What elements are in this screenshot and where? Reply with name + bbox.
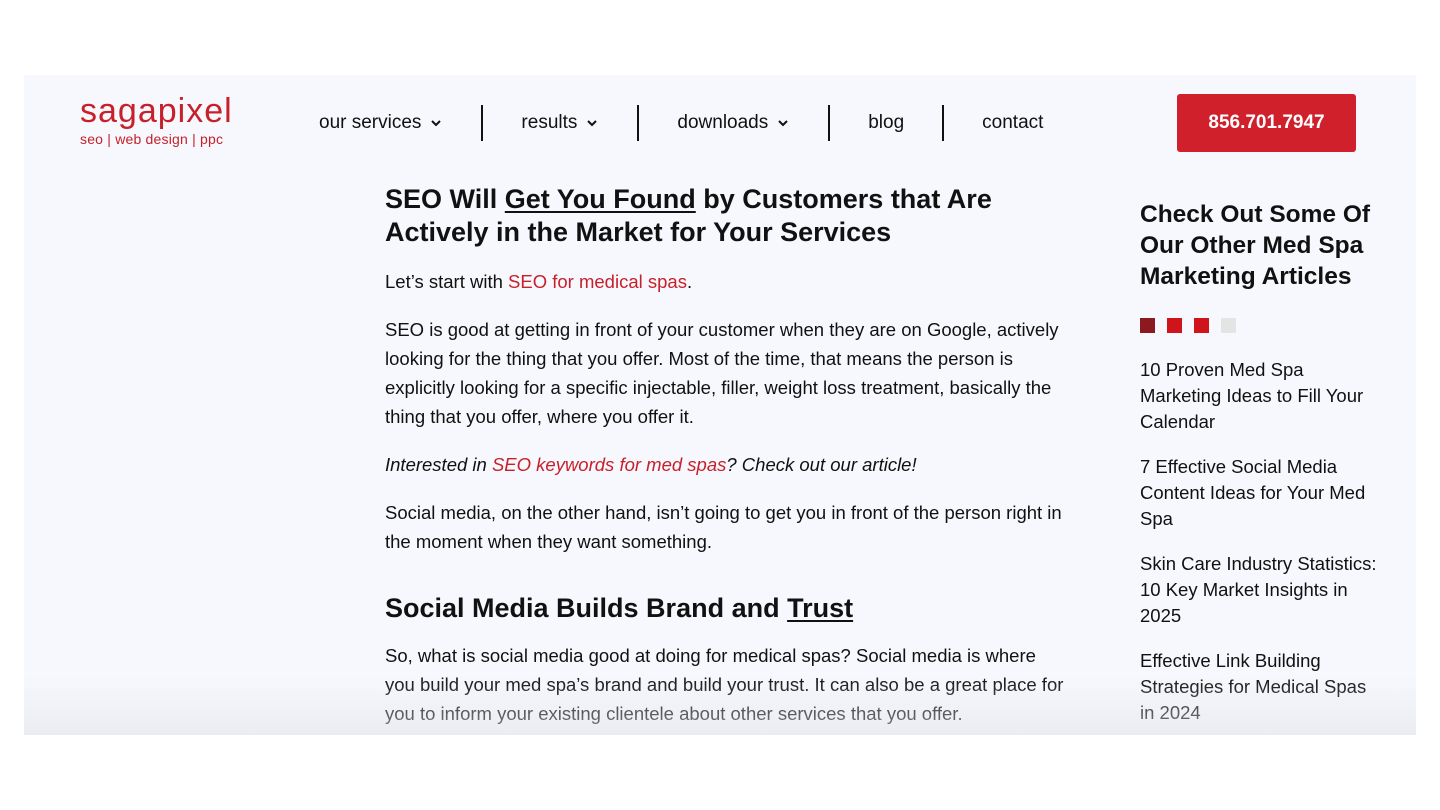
- chevron-down-icon: [431, 120, 442, 127]
- heading-underlined-text: Trust: [787, 593, 854, 623]
- logo-wordmark: sagapixel: [80, 92, 233, 130]
- nav-item-label: blog: [868, 112, 905, 133]
- paragraph-text: Interested in: [385, 454, 492, 475]
- carousel-dots: [1140, 318, 1380, 333]
- nav-divider: [828, 105, 831, 141]
- carousel-dot-1[interactable]: [1140, 318, 1155, 333]
- paragraph-social-media-contrast: Social media, on the other hand, isn’t g…: [385, 502, 1062, 552]
- logo-tagline: seo | web design | ppc: [80, 131, 224, 147]
- paragraph-text: Let’s start with: [385, 271, 509, 292]
- sidebar-article-link[interactable]: 10 Proven Med Spa Marketing Ideas to Fil…: [1140, 357, 1380, 435]
- nav-divider: [942, 105, 945, 141]
- sidebar-related-articles: Check Out Some Of Our Other Med Spa Mark…: [1140, 199, 1380, 735]
- article-body: SEO Will Get You Found by Customers that…: [385, 183, 1065, 735]
- paragraph-text: ? Check out our article!: [726, 454, 917, 475]
- carousel-dot-4[interactable]: [1221, 318, 1236, 333]
- nav-item-label: contact: [982, 112, 1044, 133]
- link-seo-for-medical-spas[interactable]: SEO for medical spas: [508, 271, 687, 292]
- carousel-dot-3[interactable]: [1194, 318, 1209, 333]
- nav-item-contact[interactable]: contact: [982, 112, 1043, 134]
- sidebar-article-link[interactable]: 7 Effective Social Media Content Ideas f…: [1140, 454, 1380, 532]
- nav-item-results[interactable]: results: [521, 112, 599, 134]
- carousel-dot-2[interactable]: [1167, 318, 1182, 333]
- nav-item-label: results: [521, 112, 578, 133]
- paragraph-text: .: [686, 271, 693, 292]
- paragraph-social-media-brand: So, what is social media good at doing f…: [385, 645, 1064, 724]
- logo[interactable]: sagapixel seo | web design | ppc: [80, 93, 233, 147]
- nav-item-blog[interactable]: blog: [868, 112, 904, 134]
- chevron-down-icon: [587, 120, 598, 127]
- nav-item-label: downloads: [677, 112, 769, 133]
- paragraph-keywords-callout: Interested in SEO keywords for med spas?…: [385, 450, 1065, 479]
- chevron-down-icon: [778, 120, 788, 127]
- phone-call-button[interactable]: 856.701.7947: [1177, 94, 1356, 152]
- heading-text: SEO Will: [385, 184, 505, 214]
- link-seo-keywords-for-med-spas[interactable]: SEO keywords for med spas: [492, 454, 726, 475]
- nav-item-our-services[interactable]: our services: [319, 112, 443, 134]
- paragraph-seo-explanation: SEO is good at getting in front of your …: [385, 319, 1059, 427]
- sidebar-article-link[interactable]: Effective Link Building Strategies for M…: [1140, 648, 1380, 726]
- sidebar-title: Check Out Some Of Our Other Med Spa Mark…: [1140, 201, 1371, 290]
- heading-text: Social Media Builds Brand and: [385, 593, 788, 623]
- main-nav: our services results downloads blog cont…: [319, 105, 1043, 141]
- paragraph-intro: Let’s start with SEO for medical spas.: [385, 267, 1065, 296]
- nav-divider: [481, 105, 484, 141]
- section-heading-seo: SEO Will Get You Found by Customers that…: [385, 183, 1065, 249]
- page-viewport: sagapixel seo | web design | ppc our ser…: [24, 75, 1416, 735]
- nav-item-downloads[interactable]: downloads: [677, 112, 790, 134]
- section-heading-social-media: Social Media Builds Brand and Trust: [385, 592, 1065, 625]
- nav-item-label: our services: [319, 112, 422, 133]
- heading-underlined-text: Get You Found: [504, 184, 696, 214]
- sidebar-article-link[interactable]: Skin Care Industry Statistics: 10 Key Ma…: [1140, 551, 1380, 629]
- nav-divider: [637, 105, 640, 141]
